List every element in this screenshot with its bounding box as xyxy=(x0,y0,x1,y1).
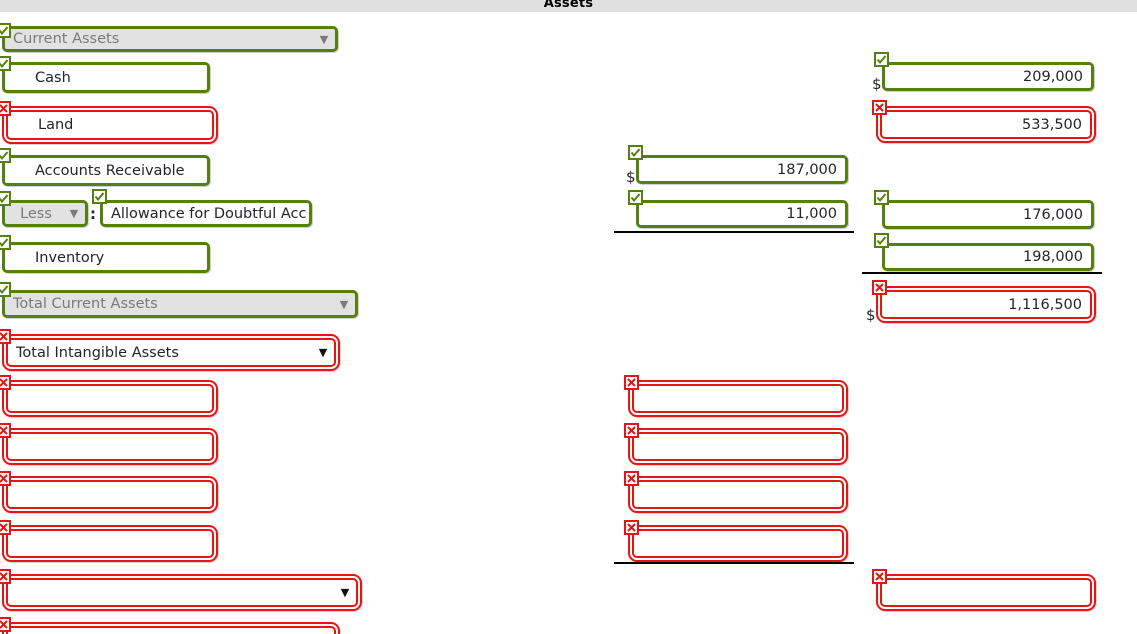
validation-badge-valid xyxy=(0,235,11,250)
validation-badge-invalid xyxy=(624,375,639,390)
chevron-down-icon: ▼ xyxy=(318,346,328,359)
total-cash-value: 209,000 xyxy=(1023,68,1083,85)
validation-badge-invalid xyxy=(0,375,11,390)
total-current-assets-input[interactable]: 1,116,500 xyxy=(880,290,1092,319)
account-accounts-receivable-value: Accounts Receivable xyxy=(35,162,185,179)
validation-badge-invalid xyxy=(0,101,11,116)
validation-badge-invalid xyxy=(872,280,887,295)
total-cash-input[interactable]: 209,000 xyxy=(882,62,1094,91)
validation-badge-valid xyxy=(874,52,889,67)
total-inventory-input[interactable]: 198,000 xyxy=(882,243,1094,271)
chevron-down-icon: ▼ xyxy=(319,32,329,46)
account-accounts-receivable-input[interactable]: Accounts Receivable xyxy=(2,155,210,186)
chevron-down-icon: ▼ xyxy=(340,586,350,599)
total-land-input[interactable]: 533,500 xyxy=(880,110,1092,139)
currency-symbol: $ xyxy=(872,75,882,93)
account-inventory-value: Inventory xyxy=(35,249,105,266)
validation-badge-invalid xyxy=(872,569,887,584)
account-allowance-value: Allowance for Doubtful Acc xyxy=(111,205,307,222)
validation-badge-valid xyxy=(0,282,11,297)
subtotal-total-current-assets-select[interactable]: Total Current Assets ▼ xyxy=(2,290,358,318)
account-cash-input[interactable]: Cash xyxy=(2,62,210,93)
validation-badge-valid xyxy=(628,190,643,205)
validation-badge-invalid xyxy=(0,423,11,438)
validation-badge-invalid xyxy=(624,423,639,438)
chevron-down-icon: ▼ xyxy=(339,297,349,311)
subtotal-rule-middle-2 xyxy=(614,562,854,564)
subtotal-rule-right-1 xyxy=(862,272,1102,274)
account-blank-4-input[interactable] xyxy=(6,529,214,558)
modifier-select-less[interactable]: Less ▼ xyxy=(2,200,88,227)
modifier-select-value: Less xyxy=(20,205,52,222)
amount-accounts-receivable-input[interactable]: 187,000 xyxy=(636,155,848,184)
validation-badge-invalid xyxy=(0,569,11,584)
account-blank-3-input[interactable] xyxy=(6,480,214,509)
account-land-input[interactable]: Land xyxy=(6,110,214,140)
currency-symbol: $ xyxy=(866,306,876,324)
validation-badge-invalid xyxy=(872,100,887,115)
account-inventory-input[interactable]: Inventory xyxy=(2,242,210,273)
amount-accounts-receivable-value: 187,000 xyxy=(777,161,837,178)
account-land-value: Land xyxy=(38,117,74,133)
chevron-down-icon: ▼ xyxy=(69,207,79,220)
amount-allowance-input[interactable]: 11,000 xyxy=(636,200,848,228)
total-net-receivables-input[interactable]: 176,000 xyxy=(882,200,1094,229)
amount-blank-4-input[interactable] xyxy=(632,529,844,558)
account-blank-2-input[interactable] xyxy=(6,432,214,461)
section-select-blank-1[interactable]: ▼ xyxy=(6,578,358,607)
section-total-intangible-assets-value: Total Intangible Assets xyxy=(16,344,179,361)
total-land-value: 533,500 xyxy=(1022,116,1082,133)
section-header-select[interactable]: Current Assets ▼ xyxy=(2,26,338,52)
amount-allowance-value: 11,000 xyxy=(786,206,837,222)
separator-colon: : xyxy=(90,205,96,223)
validation-badge-invalid xyxy=(624,471,639,486)
section-total-intangible-assets-select[interactable]: Total Intangible Assets ▼ xyxy=(6,338,336,367)
validation-badge-valid xyxy=(0,56,11,71)
amount-blank-2-input[interactable] xyxy=(632,432,844,461)
validation-badge-valid xyxy=(628,145,643,160)
account-blank-1-input[interactable] xyxy=(6,384,214,413)
validation-badge-valid xyxy=(92,189,107,204)
validation-badge-valid xyxy=(874,190,889,205)
validation-badge-valid xyxy=(0,191,11,206)
account-cash-value: Cash xyxy=(35,69,71,86)
subtotal-rule-middle-1 xyxy=(614,231,854,233)
account-allowance-input[interactable]: Allowance for Doubtful Acc xyxy=(100,200,312,227)
validation-badge-invalid xyxy=(0,520,11,535)
validation-badge-valid xyxy=(874,233,889,248)
total-inventory-value: 198,000 xyxy=(1023,249,1083,265)
validation-badge-invalid xyxy=(0,617,11,632)
validation-badge-valid xyxy=(0,23,11,38)
balance-sheet-form: Assets Current Assets ▼ Cash Land Accoun… xyxy=(0,0,1137,634)
subtotal-total-current-assets-value: Total Current Assets xyxy=(13,296,158,312)
currency-symbol: $ xyxy=(626,168,636,186)
amount-blank-1-input[interactable] xyxy=(632,384,844,413)
validation-badge-valid xyxy=(0,148,11,163)
total-blank-1-input[interactable] xyxy=(880,578,1092,607)
section-header-select-value: Current Assets xyxy=(13,31,120,47)
validation-badge-invalid xyxy=(0,329,11,344)
section-select-blank-2[interactable]: ▼ xyxy=(6,626,336,634)
total-net-receivables-value: 176,000 xyxy=(1023,206,1083,223)
validation-badge-invalid xyxy=(0,471,11,486)
amount-blank-3-input[interactable] xyxy=(632,480,844,509)
page-title: Assets xyxy=(543,0,594,11)
validation-badge-invalid xyxy=(624,520,639,535)
total-current-assets-value: 1,116,500 xyxy=(1008,296,1082,313)
